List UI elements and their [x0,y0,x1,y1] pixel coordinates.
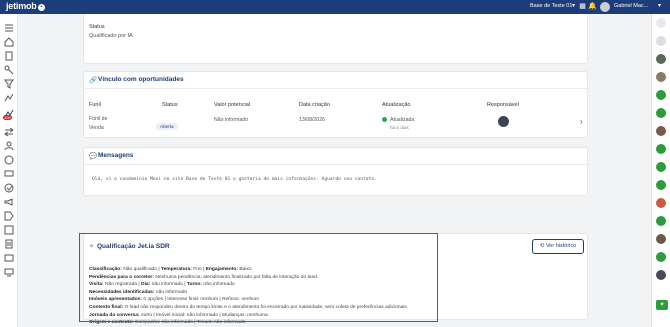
history-button[interactable]: ⟲ Ver histórico [532,239,584,254]
contact-avatar[interactable] [656,54,666,64]
updated-status-dot [382,117,387,122]
chat-icon[interactable] [4,166,14,177]
funnel-name[interactable]: Venda [89,125,104,131]
tag-icon[interactable] [4,208,14,221]
link-icon: 🔗 [89,77,98,84]
message-text: Olá, vi o condominio Moni no site Base d… [92,177,377,182]
card-header: 🔗 Vínculo com oportunidades [84,72,587,89]
opportunities-card: 🔗 Vínculo com oportunidades Funil Status… [83,71,588,138]
bell-icon[interactable]: 🔔 [588,2,597,11]
contact-avatar[interactable] [656,36,666,46]
column-header: Status [162,102,178,108]
swap-icon[interactable] [4,124,14,137]
people-icon[interactable] [4,138,14,151]
contact-avatar[interactable] [656,162,666,172]
column-header: Data criação [299,102,330,108]
contact-avatar[interactable] [656,144,666,154]
highlight-box [79,233,438,322]
notification-badge: 100 [3,115,12,120]
key-icon[interactable] [4,62,14,75]
avatar[interactable] [600,2,610,12]
created-date: 13/08/2026 [299,117,325,123]
column-header: Atualização [382,102,411,108]
updated-ago: há 5 dias [390,125,409,130]
contact-avatar[interactable] [656,234,666,244]
workspace-name[interactable]: Base de Teste 01 [530,3,572,9]
ai-assistant-icon[interactable]: ✦ [656,300,668,310]
column-header: Funil [89,102,101,108]
brand-mark-icon: • [37,4,45,11]
menu-icon[interactable] [4,20,14,32]
card-title: Vínculo com oportunidades [98,76,184,83]
contact-avatar[interactable] [656,252,666,262]
top-bar: jetimob • Base de Teste 01 ▾ ▦ 🔔 Gabriel … [0,0,670,14]
brand-logo[interactable]: jetimob • [6,1,45,11]
contact-avatar[interactable] [656,126,666,136]
chat-bubble-icon: 💬 [89,153,98,160]
column-header: Valor potencial [214,102,250,108]
status-badge: Aberta [156,123,178,130]
chevron-down-icon[interactable]: ▾ [572,2,575,9]
user-chevron-down-icon[interactable]: ▾ [658,2,661,9]
card-header: 💬 Mensagens [84,148,587,165]
updated-text: Atualizada [390,117,415,123]
globe-icon[interactable] [4,152,14,165]
pipeline-icon[interactable] [4,90,14,102]
contact-avatar[interactable] [656,108,666,118]
megaphone-icon[interactable] [4,194,14,206]
check-circle-icon[interactable] [4,180,14,193]
building-icon[interactable] [4,48,14,61]
invoice-icon[interactable] [4,236,14,249]
potential-value: Não informado [214,117,249,123]
status-value: Qualificado por IA [89,33,133,39]
contact-avatar[interactable] [656,180,666,190]
status-label: Status [89,24,105,30]
contact-avatar[interactable] [656,90,666,100]
column-header: Responsável [487,102,519,108]
chevron-right-icon[interactable]: › [580,117,583,126]
contact-avatar[interactable] [656,72,666,82]
contact-avatar[interactable] [656,198,666,208]
funnel-name[interactable]: Funil de [89,116,107,122]
contact-avatar[interactable] [656,270,666,280]
monitor-icon[interactable] [4,264,14,277]
brand-name: jetimob [6,1,37,11]
home-icon[interactable] [4,34,14,47]
message-icon[interactable] [4,250,14,262]
card-title: Mensagens [98,152,134,159]
contact-avatar[interactable] [656,216,666,226]
chat-icon[interactable] [656,18,666,28]
messages-card: 💬 Mensagens Olá, vi o condominio Moni no… [83,147,588,196]
funnel-icon[interactable] [4,76,14,89]
avatar[interactable] [498,116,509,127]
history-icon: ⟲ [539,243,545,249]
status-card: Status Qualificado por IA [83,14,588,64]
report-icon[interactable] [4,222,14,235]
grid-icon[interactable]: ▦ [578,2,587,11]
user-name[interactable]: Gabriel Mac... [614,3,648,9]
sidebar: 100 [0,14,18,327]
history-label: Ver histórico [545,243,577,249]
